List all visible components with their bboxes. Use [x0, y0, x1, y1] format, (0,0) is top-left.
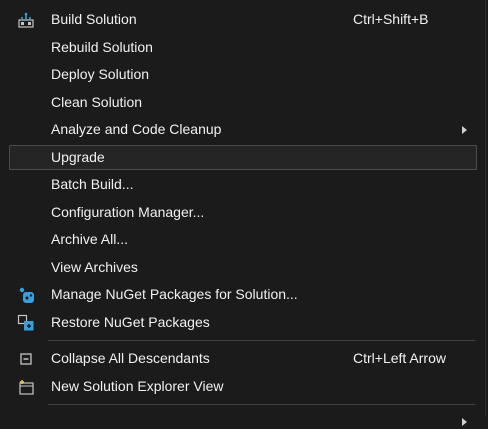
- menu-item-upgrade[interactable]: Upgrade: [0, 144, 485, 172]
- menu-item-label: Manage NuGet Packages for Solution...: [51, 286, 298, 302]
- menu-item-new-solution-explorer-view[interactable]: New Solution Explorer View: [0, 373, 485, 401]
- restore-packages-icon: [17, 314, 34, 330]
- menu-item-analyze-code-cleanup[interactable]: Analyze and Code Cleanup: [0, 116, 485, 144]
- menu-item-label: Collapse All Descendants: [51, 350, 210, 366]
- menu-item-label: View Archives: [51, 258, 138, 275]
- menu-separator: [48, 340, 475, 341]
- submenu-arrow-icon: [462, 126, 467, 134]
- menu-item-label: Analyze and Code Cleanup: [51, 121, 222, 137]
- collapse-icon: [20, 353, 32, 365]
- menu-item-archive-all[interactable]: Archive All...: [0, 226, 485, 254]
- menu-item-partial[interactable]: [0, 409, 485, 429]
- menu-item-shortcut: Ctrl+Shift+B: [353, 11, 429, 27]
- submenu-arrow-icon: [462, 418, 467, 426]
- menu-item-shortcut: Ctrl+Left Arrow: [353, 350, 446, 366]
- menu-item-label: Clean Solution: [51, 93, 143, 110]
- menu-item-build-solution[interactable]: Build Solution Ctrl+Shift+B: [0, 6, 485, 34]
- menu-item-restore-nuget[interactable]: Restore NuGet Packages: [0, 309, 485, 337]
- menu-item-collapse-all-descendants[interactable]: Collapse All Descendants Ctrl+Left Arrow: [0, 345, 485, 373]
- menu-item-rebuild-solution[interactable]: Rebuild Solution: [0, 34, 485, 62]
- menu-item-label: Upgrade: [51, 148, 105, 165]
- menu-item-view-archives[interactable]: View Archives: [0, 254, 485, 282]
- menu-item-configuration-manager[interactable]: Configuration Manager...: [0, 199, 485, 227]
- menu-item-label: New Solution Explorer View: [51, 377, 224, 394]
- menu-item-label: Deploy Solution: [51, 66, 150, 82]
- menu-item-label: Rebuild Solution: [51, 38, 153, 55]
- menu-item-label: Batch Build...: [51, 176, 134, 192]
- menu-item-label: Archive All...: [51, 231, 129, 247]
- menu-separator: [48, 404, 475, 405]
- menu-item-deploy-solution[interactable]: Deploy Solution: [0, 61, 485, 89]
- new-view-icon: [19, 379, 34, 395]
- menu-item-batch-build[interactable]: Batch Build...: [0, 171, 485, 199]
- menu-item-manage-nuget[interactable]: Manage NuGet Packages for Solution...: [0, 281, 485, 309]
- build-solution-icon: [18, 12, 34, 28]
- menu-item-clean-solution[interactable]: Clean Solution: [0, 89, 485, 117]
- nuget-icon: [19, 287, 34, 303]
- menu-item-label: Configuration Manager...: [51, 203, 205, 220]
- context-menu: Build Solution Ctrl+Shift+B Rebuild Solu…: [0, 0, 486, 426]
- menu-item-label: Build Solution: [51, 11, 137, 27]
- menu-item-label: Restore NuGet Packages: [51, 313, 210, 330]
